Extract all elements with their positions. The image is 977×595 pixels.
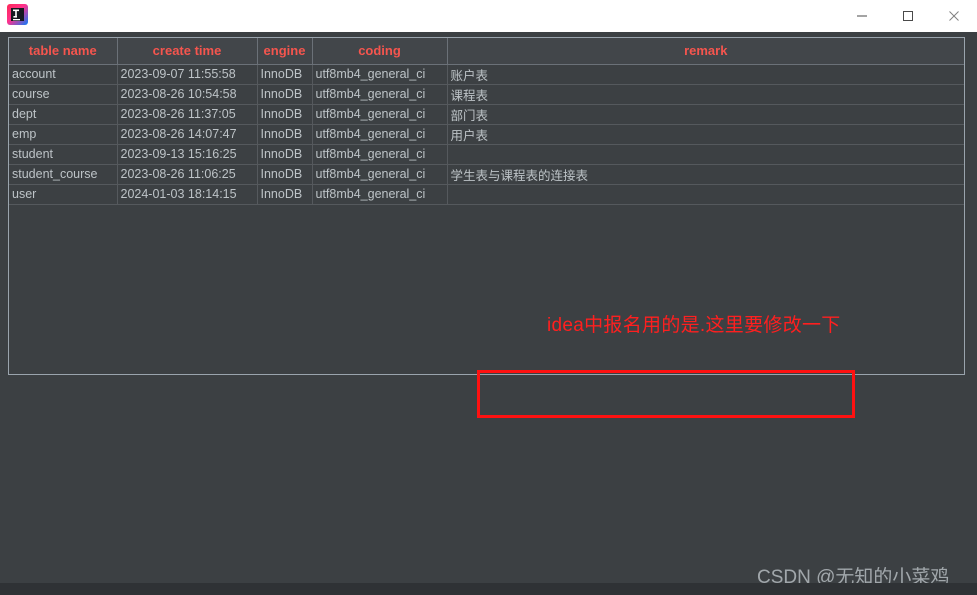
table-row[interactable]: emp 2023-08-26 14:07:47 InnoDB utf8mb4_gene… bbox=[9, 124, 964, 145]
annotation-text: idea中报名用的是.这里要修改一下 bbox=[547, 315, 841, 336]
close-button[interactable] bbox=[931, 0, 977, 32]
cell-engine: InnoDB bbox=[257, 124, 313, 145]
cell-engine: InnoDB bbox=[257, 144, 313, 165]
cell-remark: 部门表 bbox=[447, 104, 964, 125]
column-header-engine[interactable]: engine bbox=[257, 38, 313, 65]
table-row[interactable]: dept 2023-08-26 11:37:05 InnoDB utf8mb4_gen… bbox=[9, 104, 964, 125]
code-generator-window: table name create time engine coding rem… bbox=[0, 0, 977, 595]
table-row[interactable]: student_course 2023-08-26 11:06:25 InnoDB u… bbox=[9, 164, 964, 185]
column-header-table-name[interactable]: table name bbox=[9, 38, 118, 65]
settings-panel: module package org/example/springboot au… bbox=[0, 378, 977, 583]
cell-remark bbox=[447, 144, 964, 165]
bottom-strip bbox=[0, 583, 977, 595]
cell-coding: utf8mb4_general_ci bbox=[312, 164, 448, 185]
cell-create-time: 2023-08-26 10:54:58 bbox=[117, 84, 258, 105]
table-header-row: table name create time engine coding rem… bbox=[9, 38, 964, 65]
cell-remark: 用户表 bbox=[447, 124, 964, 145]
cell-engine: InnoDB bbox=[257, 184, 313, 205]
intellij-idea-icon bbox=[6, 3, 29, 26]
cell-table-name: student_course bbox=[9, 164, 118, 185]
cell-table-name: course bbox=[9, 84, 118, 105]
cell-remark bbox=[447, 184, 964, 205]
maximize-button[interactable] bbox=[885, 0, 931, 32]
cell-engine: InnoDB bbox=[257, 104, 313, 125]
cell-coding: utf8mb4_general_ci bbox=[312, 124, 448, 145]
column-header-remark[interactable]: remark bbox=[447, 38, 964, 65]
table-row[interactable]: user 2024-01-03 18:14:15 InnoDB utf8mb4_gen… bbox=[9, 184, 964, 205]
cell-remark: 账户表 bbox=[447, 64, 964, 85]
cell-create-time: 2023-08-26 11:37:05 bbox=[117, 104, 258, 125]
title-bar bbox=[0, 0, 977, 32]
cell-remark: 课程表 bbox=[447, 84, 964, 105]
cell-coding: utf8mb4_general_ci bbox=[312, 144, 448, 165]
minimize-button[interactable] bbox=[839, 0, 885, 32]
cell-table-name: student bbox=[9, 144, 118, 165]
cell-remark: 学生表与课程表的连接表 bbox=[447, 164, 964, 185]
cell-create-time: 2024-01-03 18:14:15 bbox=[117, 184, 258, 205]
cell-table-name: user bbox=[9, 184, 118, 205]
cell-table-name: dept bbox=[9, 104, 118, 125]
cell-coding: utf8mb4_general_ci bbox=[312, 64, 448, 85]
column-header-create-time[interactable]: create time bbox=[117, 38, 258, 65]
cell-engine: InnoDB bbox=[257, 164, 313, 185]
cell-create-time: 2023-09-13 15:16:25 bbox=[117, 144, 258, 165]
cell-create-time: 2023-08-26 11:06:25 bbox=[117, 164, 258, 185]
cell-engine: InnoDB bbox=[257, 84, 313, 105]
cell-coding: utf8mb4_general_ci bbox=[312, 184, 448, 205]
column-header-coding[interactable]: coding bbox=[312, 38, 448, 65]
cell-engine: InnoDB bbox=[257, 64, 313, 85]
cell-table-name: account bbox=[9, 64, 118, 85]
tables-table: table name create time engine coding rem… bbox=[9, 38, 964, 205]
window-controls bbox=[839, 0, 977, 32]
table-row[interactable]: student 2023-09-13 15:16:25 InnoDB utf8mb4_… bbox=[9, 144, 964, 165]
cell-coding: utf8mb4_general_ci bbox=[312, 104, 448, 125]
cell-create-time: 2023-09-07 11:55:58 bbox=[117, 64, 258, 85]
cell-coding: utf8mb4_general_ci bbox=[312, 84, 448, 105]
table-head: table name create time engine coding rem… bbox=[9, 38, 964, 65]
cell-table-name: emp bbox=[9, 124, 118, 145]
table-body: account 2023-09-07 11:55:58 InnoDB utf8mb4_… bbox=[9, 64, 964, 205]
table-row[interactable]: course 2023-08-26 10:54:58 InnoDB utf8mb4_g… bbox=[9, 84, 964, 105]
cell-create-time: 2023-08-26 14:07:47 bbox=[117, 124, 258, 145]
table-row[interactable]: account 2023-09-07 11:55:58 InnoDB utf8mb4_… bbox=[9, 64, 964, 85]
